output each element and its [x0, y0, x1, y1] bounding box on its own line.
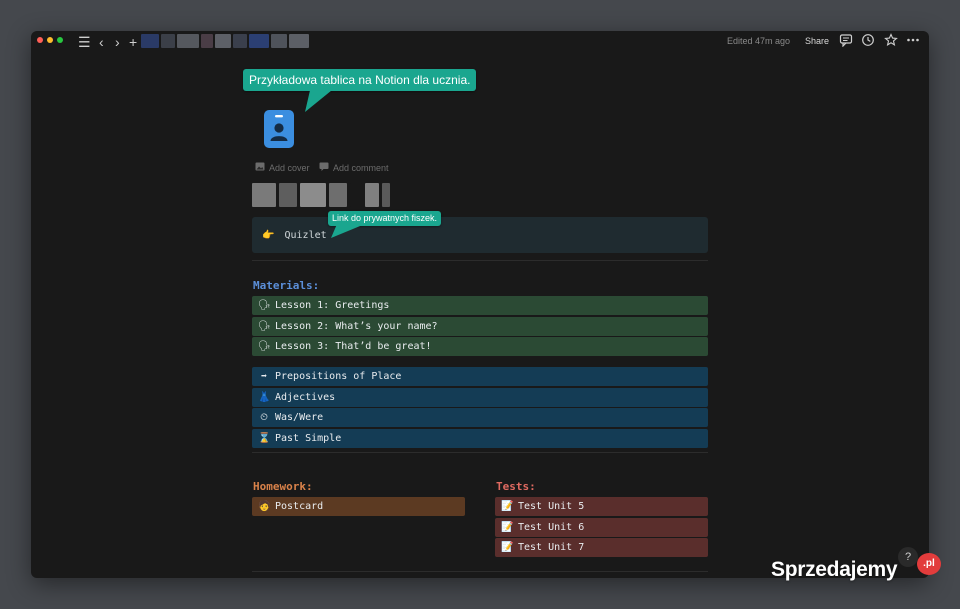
help-button[interactable]: ?	[898, 547, 918, 567]
breadcrumb-pixelated[interactable]	[141, 34, 321, 48]
topic-label: Past Simple	[275, 432, 342, 444]
tests-heading: Tests:	[496, 480, 536, 493]
comments-icon[interactable]	[839, 33, 853, 48]
quizlet-link[interactable]: Quizlet	[284, 230, 326, 241]
zoom-window-button[interactable]	[57, 37, 63, 43]
favorite-star-icon[interactable]	[884, 33, 898, 47]
more-options-icon[interactable]	[906, 33, 920, 47]
test-label: Test Unit 6	[518, 521, 585, 533]
edited-timestamp: Edited 47m ago	[727, 36, 791, 46]
topic-emoji-icon: ➡	[260, 371, 268, 382]
sidebar-menu-icon[interactable]: ☰	[78, 33, 91, 51]
topic-row[interactable]: 👗 Adjectives	[252, 387, 708, 407]
lesson-label: Lesson 1: Greetings	[275, 300, 390, 311]
homework-label: Postcard	[275, 501, 324, 512]
divider-bottom	[252, 571, 708, 572]
notion-window: ☰ ‹ › + Edited 47m ago Share Add cover A…	[31, 31, 929, 578]
history-clock-icon[interactable]	[861, 33, 875, 47]
homework-row[interactable]: 🧑 Postcard	[252, 497, 465, 516]
new-page-plus-icon[interactable]: +	[129, 33, 137, 51]
topic-label: Adjectives	[275, 391, 336, 403]
lesson-emoji-icon: 🗣	[258, 341, 271, 352]
topic-row[interactable]: ⌛ Past Simple	[252, 428, 708, 448]
test-row[interactable]: 📝 Test Unit 6	[495, 517, 708, 537]
tooltip-notion-board: Przykładowa tablica na Notion dla ucznia…	[243, 69, 477, 91]
back-arrow-icon[interactable]: ‹	[99, 33, 104, 51]
divider-middle	[252, 452, 708, 453]
test-label: Test Unit 5	[518, 501, 585, 512]
test-emoji-icon: 📝	[501, 521, 514, 533]
homework-heading: Homework:	[253, 480, 313, 493]
image-icon	[255, 162, 265, 173]
homework-emoji-icon: 🧑	[258, 501, 271, 512]
share-button[interactable]: Share	[805, 34, 829, 48]
test-label: Test Unit 7	[518, 542, 585, 553]
test-emoji-icon: 📝	[501, 542, 514, 553]
topic-row[interactable]: ⏲ Was/Were	[252, 408, 708, 427]
tooltip-arrow-callout	[331, 224, 365, 238]
topic-label: Prepositions of Place	[275, 371, 402, 382]
lesson-label: Lesson 3: That’d be great!	[275, 341, 432, 352]
minimize-window-button[interactable]	[47, 37, 53, 43]
add-comment-label: Add comment	[333, 162, 389, 173]
watermark-brand: Sprzedajemy	[771, 558, 898, 581]
topic-label: Was/Were	[275, 412, 324, 423]
quizlet-callout[interactable]: 👉 Quizlet	[252, 217, 708, 253]
pointing-hand-icon: 👉	[262, 230, 275, 241]
lesson-label: Lesson 2: What’s your name?	[275, 320, 438, 332]
tooltip-arrow-top	[305, 86, 337, 112]
test-row[interactable]: 📝 Test Unit 7	[495, 538, 708, 557]
lesson-emoji-icon: 🗣	[258, 300, 271, 311]
close-window-button[interactable]	[37, 37, 43, 43]
test-row[interactable]: 📝 Test Unit 5	[495, 497, 708, 516]
topic-emoji-icon: ⏲	[260, 412, 268, 423]
topic-emoji-icon: ⌛	[258, 432, 271, 444]
lesson-emoji-icon: 🗣	[258, 320, 271, 332]
topic-row[interactable]: ➡ Prepositions of Place	[252, 367, 708, 386]
watermark-badge: .pl	[917, 553, 941, 575]
page-id-badge-icon[interactable]	[264, 110, 294, 148]
test-emoji-icon: 📝	[501, 501, 514, 512]
comment-icon	[319, 162, 329, 173]
add-cover-label: Add cover	[269, 162, 310, 173]
title-bar: ☰ ‹ › + Edited 47m ago Share	[31, 31, 929, 53]
materials-heading: Materials:	[253, 279, 320, 292]
add-cover-button[interactable]: Add cover	[255, 162, 310, 173]
topic-emoji-icon: 👗	[258, 391, 271, 403]
page-title-pixelated[interactable]	[252, 183, 392, 207]
lesson-row[interactable]: 🗣 Lesson 2: What’s your name?	[252, 316, 708, 336]
forward-arrow-icon[interactable]: ›	[115, 33, 120, 51]
divider-top	[252, 260, 708, 261]
add-comment-button[interactable]: Add comment	[319, 162, 389, 173]
lesson-row[interactable]: 🗣 Lesson 1: Greetings	[252, 296, 708, 315]
lesson-row[interactable]: 🗣 Lesson 3: That’d be great!	[252, 337, 708, 356]
